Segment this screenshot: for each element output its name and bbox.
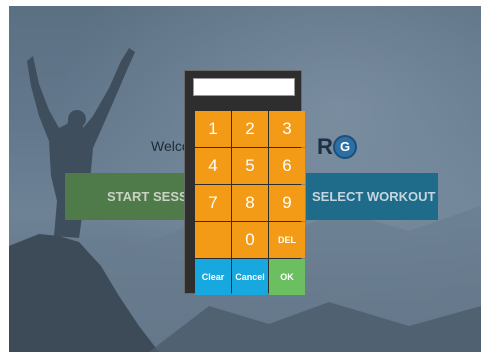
- logo-letter-r: R: [317, 134, 333, 159]
- pin-keypad-dialog: 1 2 3 4 5 6 7 8 9 0 DEL Clear Cancel OK: [184, 70, 305, 295]
- key-blank: [195, 222, 231, 258]
- key-2[interactable]: 2: [232, 111, 268, 147]
- cancel-button[interactable]: Cancel: [232, 259, 268, 295]
- ok-button[interactable]: OK: [269, 259, 305, 295]
- logo-g-icon: G: [333, 135, 357, 159]
- key-8[interactable]: 8: [232, 185, 268, 221]
- key-3[interactable]: 3: [269, 111, 305, 147]
- select-workout-button[interactable]: SELECT WORKOUT: [306, 173, 438, 220]
- key-0[interactable]: 0: [232, 222, 268, 258]
- key-7[interactable]: 7: [195, 185, 231, 221]
- pin-display-field[interactable]: [193, 78, 295, 96]
- clear-button[interactable]: Clear: [195, 259, 231, 295]
- key-6[interactable]: 6: [269, 148, 305, 184]
- key-4[interactable]: 4: [195, 148, 231, 184]
- key-9[interactable]: 9: [269, 185, 305, 221]
- key-1[interactable]: 1: [195, 111, 231, 147]
- key-5[interactable]: 5: [232, 148, 268, 184]
- key-delete[interactable]: DEL: [269, 222, 305, 258]
